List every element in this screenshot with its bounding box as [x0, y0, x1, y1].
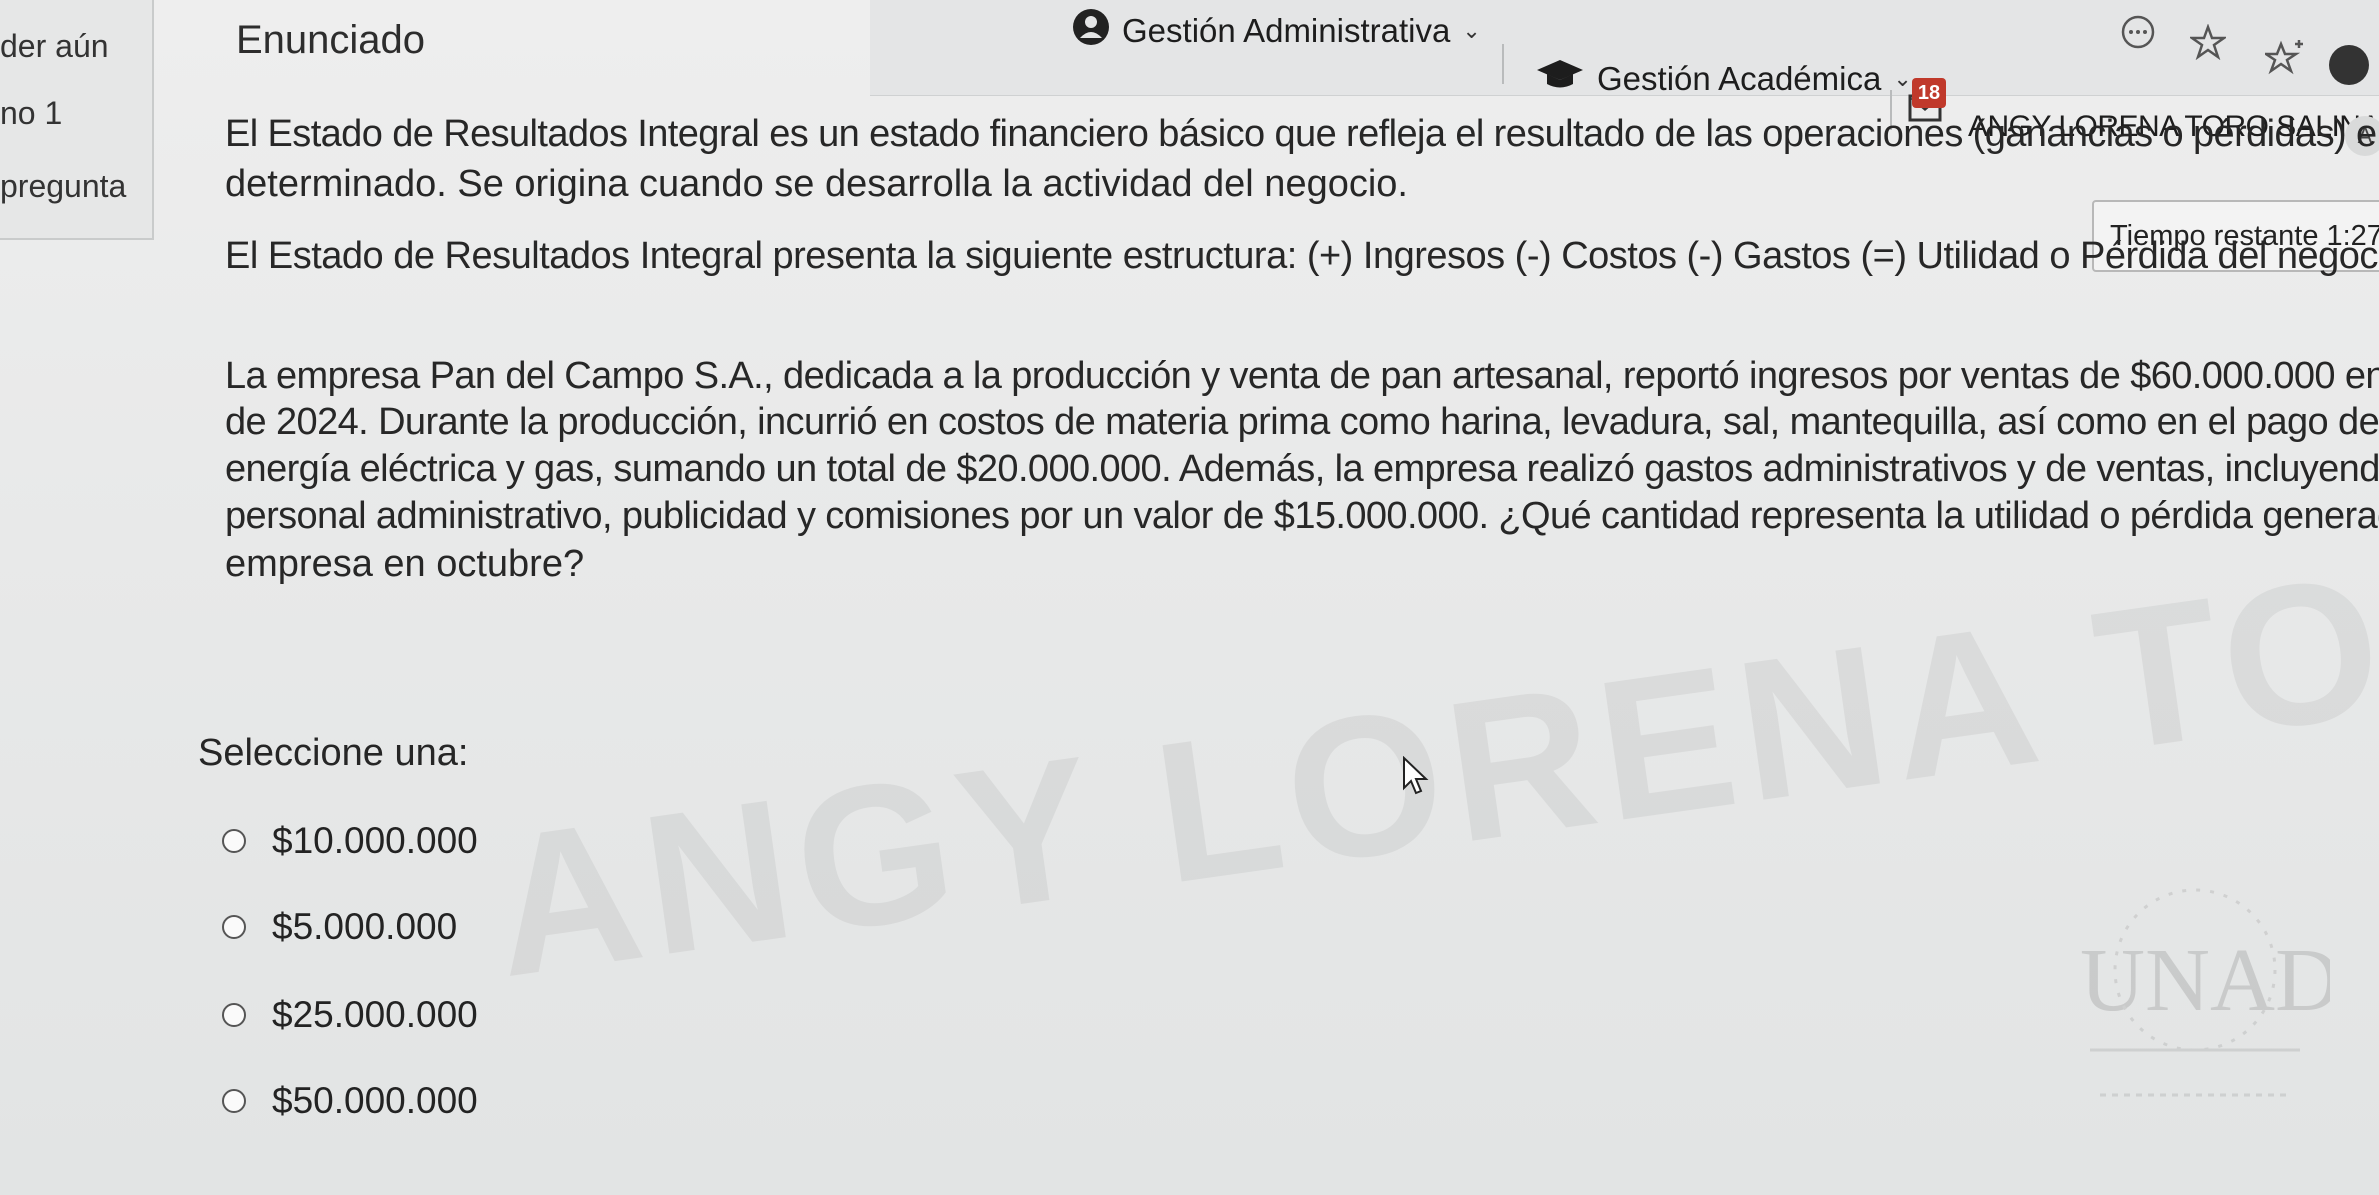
- menu-academic-label: Gestión Académica: [1597, 60, 1882, 97]
- nav-fragment-question[interactable]: pregunta: [0, 168, 126, 205]
- answer-option-text: $50.000.000: [272, 1080, 478, 1121]
- answer-option-text: $10.000.000: [272, 820, 478, 861]
- mouse-cursor-icon: [1402, 755, 1430, 801]
- more-icon[interactable]: [2120, 14, 2156, 59]
- answer-option-3[interactable]: $25.000.000: [222, 994, 478, 1036]
- chevron-down-icon: ⌄: [1893, 66, 1912, 91]
- radio-button[interactable]: [222, 1003, 246, 1027]
- answer-option-text: $5.000.000: [272, 906, 458, 947]
- menu-gestion-academica[interactable]: Gestión Académica ⌄: [1535, 58, 1912, 100]
- question-line: La empresa Pan del Campo S.A., dedicada …: [225, 355, 2379, 397]
- question-line: empresa en octubre?: [225, 543, 585, 585]
- quiz-page: der aún no 1 pregunta Gestión Administra…: [0, 0, 2379, 1195]
- chevron-down-icon: ⌄: [1462, 18, 1481, 43]
- nav-fragment-number: no 1: [0, 95, 63, 131]
- menu-admin-label: Gestión Administrativa: [1122, 12, 1451, 49]
- graduation-cap-icon: [1535, 58, 1585, 100]
- answer-option-text: $25.000.000: [272, 994, 478, 1035]
- nav-fragment-status: der aún: [0, 28, 109, 64]
- radio-button[interactable]: [222, 829, 246, 853]
- logo-text: UNAD: [2080, 931, 2330, 1030]
- answer-option-2[interactable]: $5.000.000: [222, 906, 457, 948]
- question-line: personal administrativo, publicidad y co…: [225, 495, 2379, 537]
- star-add-icon[interactable]: [2261, 40, 2305, 85]
- notification-badge: 18: [1912, 78, 1946, 108]
- star-icon[interactable]: [2188, 23, 2228, 69]
- answer-option-4[interactable]: $50.000.000: [222, 1080, 478, 1122]
- select-one-label: Seleccione una:: [198, 732, 469, 774]
- user-icon: [1072, 8, 1110, 54]
- institution-logo: UNAD: [2060, 880, 2340, 1140]
- question-line: de 2024. Durante la producción, incurrió…: [225, 401, 2379, 443]
- question-heading: Enunciado: [236, 18, 426, 62]
- question-line: energía eléctrica y gas, sumando un tota…: [225, 448, 2379, 490]
- menu-gestion-administrativa[interactable]: Gestión Administrativa ⌄: [1072, 8, 1481, 54]
- question-line: determinado. Se origina cuando se desarr…: [225, 163, 1408, 205]
- profile-icon[interactable]: [2328, 44, 2370, 95]
- quiz-navigation-panel: der aún no 1 pregunta: [0, 0, 154, 240]
- radio-button[interactable]: [222, 915, 246, 939]
- answer-option-1[interactable]: $10.000.000: [222, 820, 478, 862]
- nav-divider: [1502, 44, 1504, 84]
- radio-button[interactable]: [222, 1089, 246, 1113]
- question-line: El Estado de Resultados Integral es un e…: [225, 113, 2379, 155]
- question-line: El Estado de Resultados Integral present…: [225, 235, 2379, 277]
